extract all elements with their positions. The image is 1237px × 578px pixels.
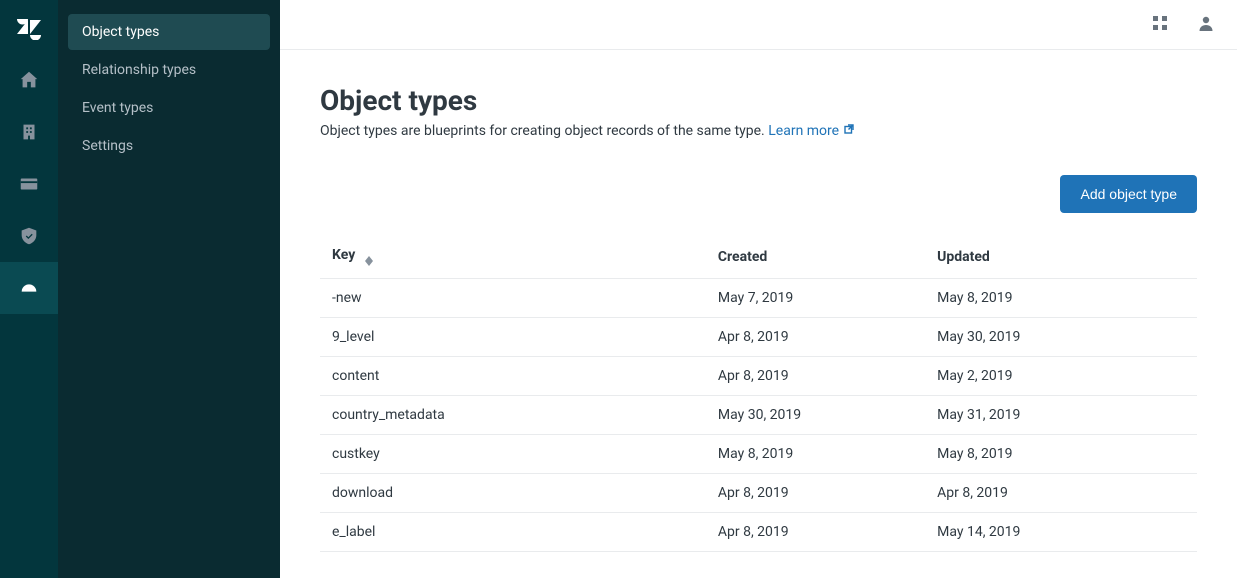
cell-updated: May 30, 2019 — [925, 318, 1197, 357]
column-label: Created — [718, 249, 767, 265]
column-header-created[interactable]: Created — [706, 235, 925, 279]
table-row[interactable]: -newMay 7, 2019May 8, 2019 — [320, 279, 1197, 318]
page-description-text: Object types are blueprints for creating… — [320, 123, 765, 139]
rail-shield[interactable] — [0, 210, 58, 262]
page-description: Object types are blueprints for creating… — [320, 123, 1197, 139]
sidebar-item-settings[interactable]: Settings — [68, 128, 270, 164]
cell-created: Apr 8, 2019 — [706, 318, 925, 357]
table-row[interactable]: custkeyMay 8, 2019May 8, 2019 — [320, 435, 1197, 474]
cell-updated: May 31, 2019 — [925, 396, 1197, 435]
cell-key: 9_level — [320, 318, 706, 357]
cell-key: -new — [320, 279, 706, 318]
table-row[interactable]: country_metadataMay 30, 2019May 31, 2019 — [320, 396, 1197, 435]
sidebar-item-object-types[interactable]: Object types — [68, 14, 270, 50]
external-link-icon — [841, 124, 854, 137]
cell-updated: May 2, 2019 — [925, 357, 1197, 396]
cell-updated: May 14, 2019 — [925, 513, 1197, 552]
cell-key: country_metadata — [320, 396, 706, 435]
object-types-table: Key Created Updated -newMay 7, 2019M — [320, 235, 1197, 552]
home-icon — [18, 69, 40, 91]
nav-rail — [0, 0, 58, 578]
column-label: Updated — [937, 249, 990, 265]
learn-more-link[interactable]: Learn more — [768, 123, 854, 139]
zendesk-logo[interactable] — [0, 0, 58, 54]
profile-button[interactable] — [1197, 14, 1215, 36]
user-icon — [1197, 14, 1215, 32]
table-row[interactable]: contentApr 8, 2019May 2, 2019 — [320, 357, 1197, 396]
sidebar-item-label: Event types — [82, 100, 153, 116]
content: Object types Object types are blueprints… — [280, 50, 1237, 552]
shield-icon — [18, 225, 40, 247]
cell-created: May 30, 2019 — [706, 396, 925, 435]
apps-grid-icon — [1151, 14, 1169, 32]
page-title: Object types — [320, 84, 1197, 117]
credit-card-icon — [18, 173, 40, 195]
column-header-key[interactable]: Key — [320, 235, 706, 279]
cell-created: Apr 8, 2019 — [706, 513, 925, 552]
sidebar-item-event-types[interactable]: Event types — [68, 90, 270, 126]
rail-building[interactable] — [0, 106, 58, 158]
cell-created: May 8, 2019 — [706, 435, 925, 474]
zendesk-icon — [16, 14, 42, 40]
main: Object types Object types are blueprints… — [280, 0, 1237, 578]
cell-updated: May 8, 2019 — [925, 279, 1197, 318]
sidebar-item-label: Relationship types — [82, 62, 196, 78]
cell-created: May 7, 2019 — [706, 279, 925, 318]
sidebar-item-relationship-types[interactable]: Relationship types — [68, 52, 270, 88]
rail-sunshine[interactable] — [0, 262, 58, 314]
cell-updated: Apr 8, 2019 — [925, 474, 1197, 513]
actions-bar: Add object type — [320, 175, 1197, 213]
table-row[interactable]: 9_levelApr 8, 2019May 30, 2019 — [320, 318, 1197, 357]
cell-key: download — [320, 474, 706, 513]
add-object-type-button[interactable]: Add object type — [1060, 175, 1197, 213]
column-header-updated[interactable]: Updated — [925, 235, 1197, 279]
learn-more-label: Learn more — [768, 123, 839, 139]
cell-key: custkey — [320, 435, 706, 474]
cell-key: e_label — [320, 513, 706, 552]
table-header-row: Key Created Updated — [320, 235, 1197, 279]
rail-card[interactable] — [0, 158, 58, 210]
topbar — [280, 0, 1237, 50]
sort-indicator-icon — [365, 256, 373, 266]
building-icon — [18, 121, 40, 143]
table-row[interactable]: e_labelApr 8, 2019May 14, 2019 — [320, 513, 1197, 552]
cell-updated: May 8, 2019 — [925, 435, 1197, 474]
sidebar-item-label: Object types — [82, 24, 159, 40]
rail-home[interactable] — [0, 54, 58, 106]
cell-created: Apr 8, 2019 — [706, 474, 925, 513]
apps-button[interactable] — [1151, 14, 1169, 36]
sidebar: Object types Relationship types Event ty… — [58, 0, 280, 578]
sidebar-item-label: Settings — [82, 138, 133, 154]
cell-key: content — [320, 357, 706, 396]
table-row[interactable]: downloadApr 8, 2019Apr 8, 2019 — [320, 474, 1197, 513]
cell-created: Apr 8, 2019 — [706, 357, 925, 396]
sunshine-icon — [18, 277, 40, 299]
column-label: Key — [332, 247, 355, 263]
